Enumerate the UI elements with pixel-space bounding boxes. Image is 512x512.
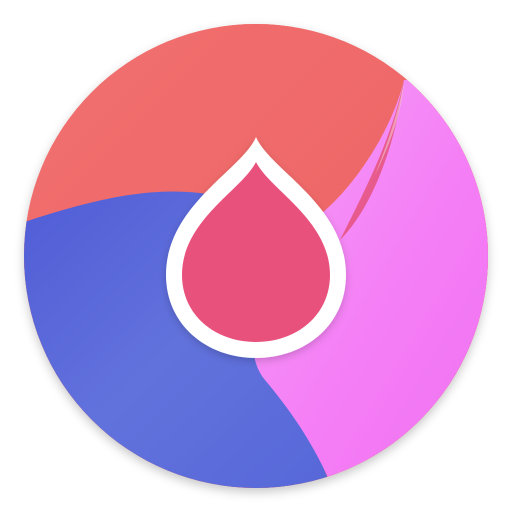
app-icon[interactable] xyxy=(0,0,512,512)
app-icon-canvas xyxy=(0,0,512,512)
